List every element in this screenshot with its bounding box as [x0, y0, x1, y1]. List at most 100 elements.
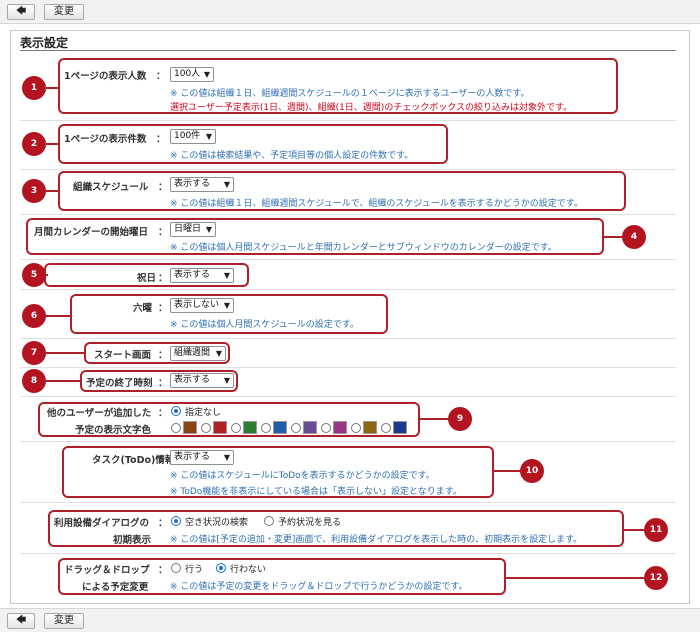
radio-color-option[interactable] [171, 423, 181, 433]
todo-info-select[interactable]: 表示する ▼ [170, 450, 234, 465]
divider [20, 214, 676, 215]
label-calendar-start-day: 月間カレンダーの開始曜日 [34, 227, 149, 238]
color-swatch [363, 421, 377, 434]
colon: ： [158, 378, 168, 389]
back-arrow-icon: 🡄 [15, 6, 27, 17]
callout-badge-5: 5 [22, 263, 46, 287]
divider [20, 120, 676, 121]
radio-color-option[interactable] [381, 423, 391, 433]
chevron-down-icon: ▼ [223, 453, 230, 462]
callout-badge-8: 8 [22, 369, 46, 393]
radio-color-option[interactable] [231, 423, 241, 433]
radio-reservation-view[interactable] [264, 516, 274, 526]
label-other-user-color-2: 予定の表示文字色 [75, 425, 152, 436]
divider [20, 259, 676, 260]
color-swatch [273, 421, 287, 434]
colon: ： [158, 408, 168, 419]
label-rokuyo: 六曜 [133, 303, 153, 314]
page-title: 表示設定 [20, 36, 69, 50]
end-time-select[interactable]: 表示する ▼ [170, 373, 234, 388]
chevron-down-icon: ▼ [223, 271, 230, 280]
note-todo-2: ※ ToDo機能を非表示にしている場合は「表示しない」設定となります。 [170, 487, 462, 497]
change-button[interactable]: 変更 [44, 4, 84, 20]
radio-drag-drop-off[interactable] [216, 563, 226, 573]
note-display-count: ※ この値は組織１日、組織週間スケジュールの１ページに表示するユーザーの人数です… [170, 89, 530, 99]
radio-color-option[interactable] [261, 423, 271, 433]
divider [20, 553, 676, 554]
select-value: 表示する [174, 270, 211, 280]
callout-line [46, 352, 85, 354]
bottom-toolbar: 🡄 変更 [0, 608, 700, 632]
note-display-items: ※ この値は検索結果や、予定項目等の個人設定の件数です。 [170, 151, 414, 161]
title-divider [20, 50, 676, 51]
select-value: 日曜日 [174, 224, 202, 234]
colon: ： [158, 273, 168, 284]
callout-line [46, 380, 81, 382]
radio-color-option[interactable] [291, 423, 301, 433]
change-button[interactable]: 変更 [44, 613, 84, 629]
top-toolbar: 🡄 変更 [0, 0, 700, 24]
label-drag-drop-1: ドラッグ＆ドロップ [64, 565, 150, 576]
select-value: 組織週間 [174, 348, 211, 358]
label-holidays: 祝日 [137, 273, 157, 284]
colon: ： [158, 565, 168, 576]
callout-badge-10: 10 [520, 459, 544, 483]
radio-color-option[interactable] [351, 423, 361, 433]
chevron-down-icon: ▼ [223, 301, 230, 310]
divider [20, 338, 676, 339]
radio-color-option[interactable] [201, 423, 211, 433]
start-screen-select[interactable]: 組織週間 ▼ [170, 346, 226, 361]
radio-label-none: 指定なし [185, 408, 222, 418]
holidays-select[interactable]: 表示する ▼ [170, 268, 234, 283]
label-other-user-color-1: 他のユーザーが追加した [47, 408, 152, 419]
callout-line [46, 190, 59, 192]
colon: ： [156, 134, 166, 145]
color-swatch [333, 421, 347, 434]
radio-label-drag-drop-off: 行わない [230, 565, 267, 575]
back-button[interactable]: 🡄 [7, 613, 35, 629]
colon: ： [158, 227, 168, 238]
divider [20, 441, 676, 442]
note-drag-drop: ※ この値は予定の変更をドラッグ＆ドロップで行うかどうかの設定です。 [170, 582, 468, 592]
callout-line [419, 418, 449, 420]
chevron-down-icon: ▼ [205, 225, 212, 234]
note-todo-1: ※ この値はスケジュールにToDoを表示するかどうかの設定です。 [170, 471, 435, 481]
color-swatch [243, 421, 257, 434]
label-facility-dialog-2: 初期表示 [113, 535, 152, 546]
divider [20, 396, 676, 397]
select-value: 表示する [174, 452, 211, 462]
note-display-count-warning: 選択ユーザー予定表示(1日、週間)、組織(1日、週間)のチェックボックスの絞り込… [170, 103, 573, 113]
divider [20, 367, 676, 368]
calendar-start-day-select[interactable]: 日曜日 ▼ [170, 222, 216, 237]
label-start-screen: スタート画面 [94, 350, 152, 361]
note-facility-dialog: ※ この値は[予定の追加・変更]画面で、利用設備ダイアログを表示した時の、初期表… [170, 535, 583, 545]
display-count-select[interactable]: 100人 ▼ [170, 67, 214, 82]
select-value: 表示する [174, 179, 211, 189]
callout-badge-3: 3 [22, 179, 46, 203]
colon: ： [156, 71, 166, 82]
select-value: 表示する [174, 375, 211, 385]
callout-line [505, 577, 645, 579]
divider [20, 502, 676, 503]
callout-line [603, 236, 622, 238]
label-display-count: 1ページの表示人数 [64, 71, 147, 82]
rokuyo-select[interactable]: 表示しない ▼ [170, 298, 234, 313]
color-swatch [303, 421, 317, 434]
radio-drag-drop-on[interactable] [171, 563, 181, 573]
radio-availability-search[interactable] [171, 516, 181, 526]
select-value: 100人 [174, 69, 201, 79]
radio-color-option[interactable] [321, 423, 331, 433]
org-schedule-select[interactable]: 表示する ▼ [170, 177, 234, 192]
callout-badge-7: 7 [22, 341, 46, 365]
chevron-down-icon: ▼ [205, 132, 212, 141]
label-org-schedule: 組織スケジュール [73, 182, 149, 193]
chevron-down-icon: ▼ [223, 180, 230, 189]
radio-label-reservation-view: 予約状況を見る [278, 518, 342, 528]
back-button[interactable]: 🡄 [7, 4, 35, 20]
radio-color-none[interactable] [171, 406, 181, 416]
callout-line [493, 470, 521, 472]
callout-badge-12: 12 [644, 566, 668, 590]
callout-badge-11: 11 [644, 518, 668, 542]
display-items-select[interactable]: 100件 ▼ [170, 129, 216, 144]
divider [20, 169, 676, 170]
